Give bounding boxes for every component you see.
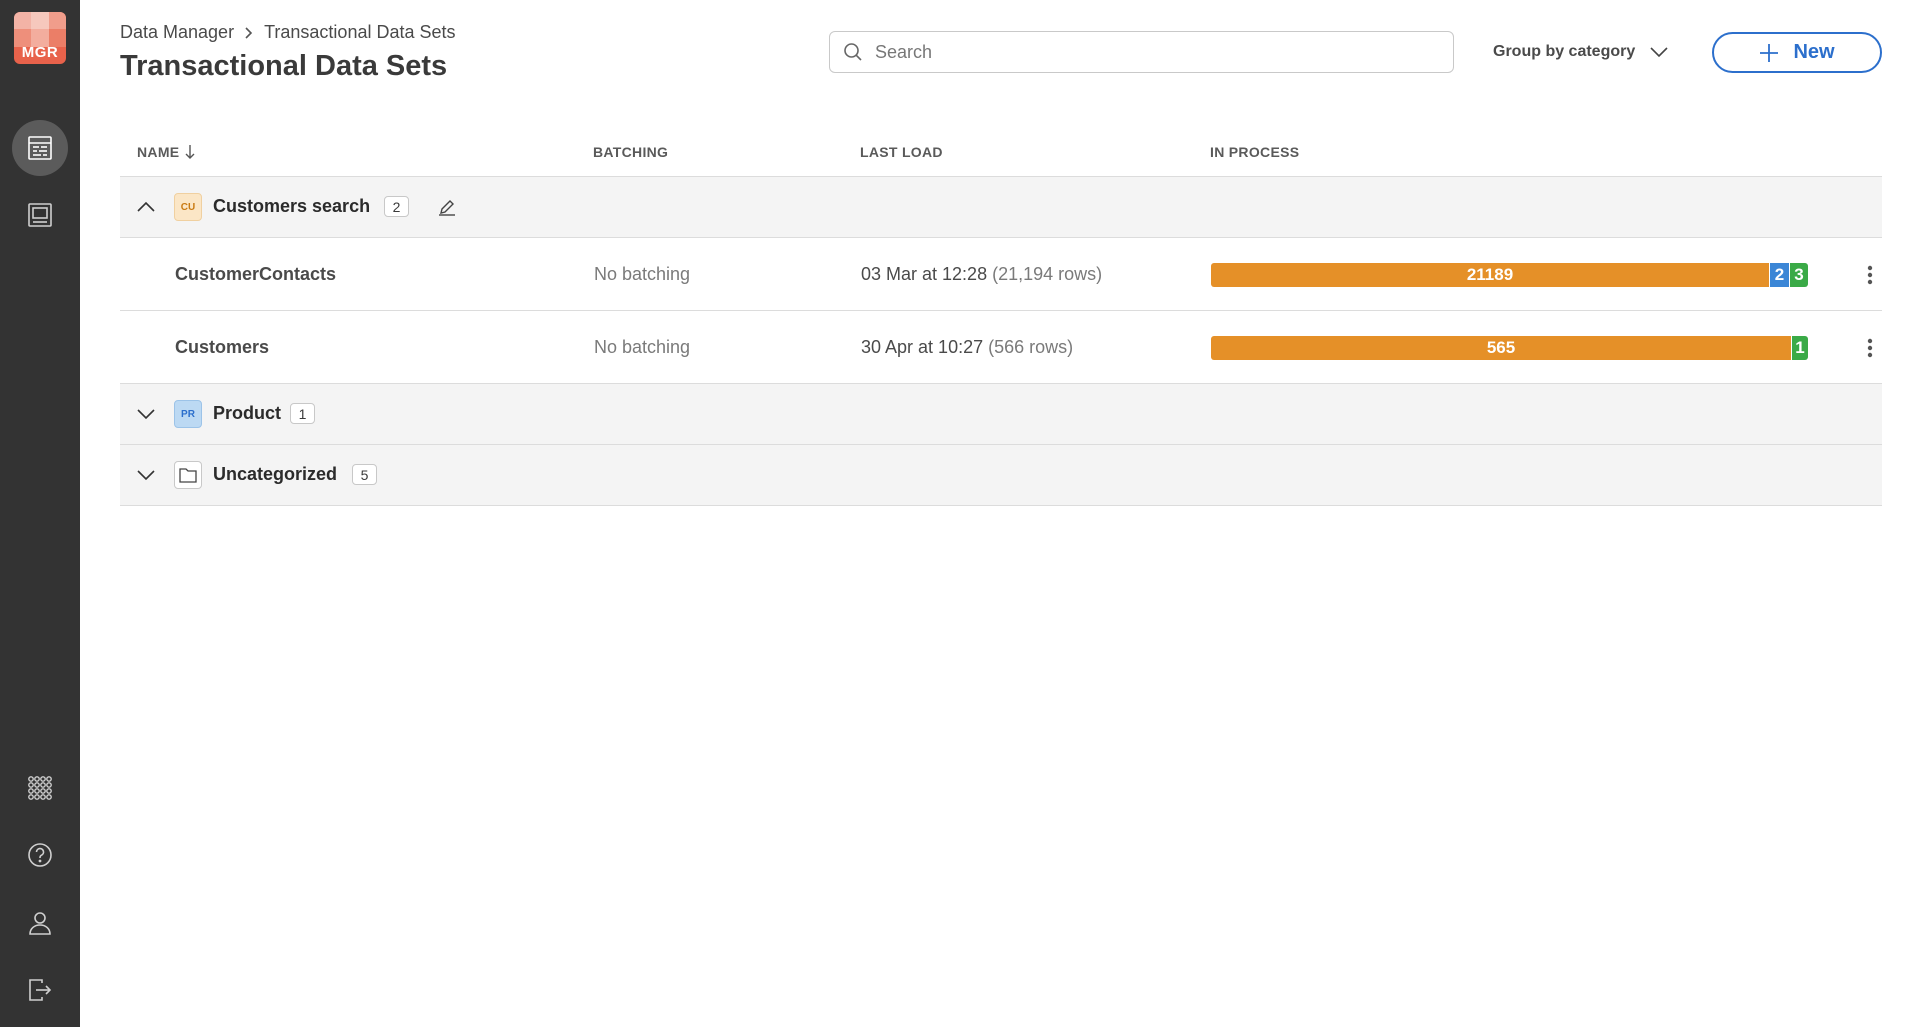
in-process-bar: 21189 2 3 [1211, 263, 1808, 287]
help-icon [28, 843, 52, 867]
search-input[interactable] [875, 41, 1435, 63]
chevron-down-icon [1649, 46, 1669, 58]
apps-grid-icon [28, 776, 52, 800]
group-by-dropdown[interactable]: Group by category [1493, 40, 1669, 64]
chevron-right-icon [244, 26, 254, 40]
category-badge-icon: CU [174, 193, 202, 221]
column-header-batching[interactable]: BATCHING [593, 144, 668, 160]
sidebar-item-data-sets[interactable] [12, 120, 68, 176]
sidebar-item-logout[interactable] [12, 962, 68, 1018]
more-options-icon[interactable] [1858, 263, 1882, 287]
in-process-segment-loaded: 565 [1211, 336, 1791, 360]
batching-value: No batching [594, 337, 691, 357]
breadcrumb-parent-link[interactable]: Data Manager [120, 22, 234, 43]
column-header-in-process[interactable]: IN PROCESS [1210, 144, 1299, 160]
new-button[interactable]: New [1712, 32, 1882, 73]
in-process-segment-done: 1 [1791, 336, 1808, 360]
user-icon [29, 912, 51, 935]
last-load-value: 03 Mar at 12:28 (21,194 rows) [861, 264, 1103, 284]
app-logo[interactable]: MGR [14, 12, 66, 64]
more-options-icon[interactable] [1858, 336, 1882, 360]
column-header-last-load[interactable]: LAST LOAD [860, 144, 943, 160]
data-set-name[interactable]: Customers [175, 337, 269, 358]
in-process-segment-done: 3 [1789, 263, 1808, 287]
table-row[interactable]: CustomerContacts No batching 03 Mar at 1… [120, 238, 1882, 311]
chevron-down-icon[interactable] [134, 402, 158, 426]
group-name: Product [213, 403, 282, 423]
in-process-segment-loaded: 21189 [1211, 263, 1769, 287]
page-title: Transactional Data Sets [120, 50, 448, 82]
chevron-down-icon[interactable] [134, 463, 158, 487]
group-row-customers-search[interactable]: CU Customers search 2 [120, 177, 1882, 238]
sort-arrow-down-icon [185, 144, 195, 160]
group-count-badge: 2 [384, 196, 409, 217]
breadcrumb-current: Transactional Data Sets [264, 22, 456, 42]
group-by-label: Group by category [1493, 43, 1636, 60]
search-box[interactable] [829, 31, 1454, 73]
last-load-value: 30 Apr at 10:27 (566 rows) [861, 337, 1074, 357]
logout-icon [29, 979, 52, 1001]
column-header-name[interactable]: NAME [137, 144, 195, 160]
group-row-uncategorized[interactable]: Uncategorized 5 [120, 445, 1882, 506]
table-header: NAME BATCHING LAST LOAD IN PROCESS [120, 128, 1882, 177]
group-row-product[interactable]: PR Product 1 [120, 384, 1882, 445]
folder-icon [174, 461, 202, 489]
category-badge-icon: PR [174, 400, 202, 428]
group-count-badge: 1 [290, 403, 315, 424]
sidebar-item-apps[interactable] [12, 760, 68, 816]
sidebar-item-profile[interactable] [12, 895, 68, 951]
in-process-segment-processing: 2 [1769, 263, 1789, 287]
batching-value: No batching [594, 264, 691, 284]
pencil-edit-icon[interactable] [436, 196, 458, 218]
chevron-up-icon[interactable] [134, 195, 158, 219]
new-button-label: New [1793, 41, 1835, 63]
table-row[interactable]: Customers No batching 30 Apr at 10:27 (5… [120, 311, 1882, 384]
sidebar: MGR [0, 0, 80, 1027]
data-set-name[interactable]: CustomerContacts [175, 264, 336, 285]
sidebar-item-help[interactable] [12, 827, 68, 883]
in-process-bar: 565 1 [1211, 336, 1808, 360]
app: MGR Data Manager Transactional Data Sets… [0, 0, 1916, 1027]
sidebar-item-data-views[interactable] [12, 187, 68, 243]
table-grid-icon [28, 136, 52, 160]
group-name: Uncategorized [213, 464, 338, 484]
data-sets-table: NAME BATCHING LAST LOAD IN PROCESS CU Cu… [120, 128, 1882, 506]
group-count-badge: 5 [352, 464, 377, 485]
stacked-panels-icon [28, 203, 52, 227]
search-icon [843, 42, 863, 62]
plus-icon [1759, 43, 1779, 63]
logo-text: MGR [21, 44, 59, 61]
group-name: Customers search [213, 196, 371, 216]
breadcrumb: Data Manager Transactional Data Sets [120, 22, 456, 43]
